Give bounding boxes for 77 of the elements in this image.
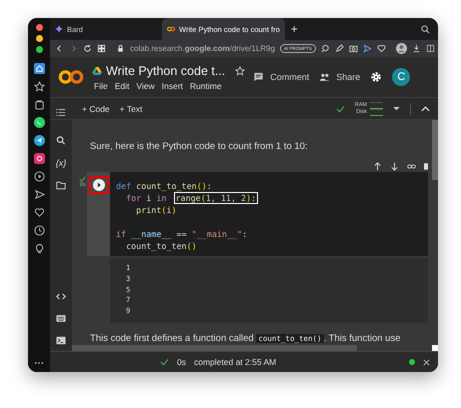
move-up-icon[interactable] bbox=[373, 162, 382, 170]
move-down-icon[interactable] bbox=[390, 162, 399, 170]
address-field[interactable]: colab.research.google.com/drive/1LR9g bbox=[130, 44, 275, 53]
code-text: for i in bbox=[125, 192, 168, 204]
collapse-icon[interactable] bbox=[421, 106, 430, 112]
run-cell-button[interactable] bbox=[88, 176, 109, 194]
folder-icon[interactable] bbox=[56, 181, 66, 190]
sparkle-icon bbox=[55, 25, 63, 33]
edit-icon[interactable] bbox=[334, 44, 344, 53]
drive-icon[interactable] bbox=[92, 66, 102, 74]
camera-icon[interactable] bbox=[348, 44, 358, 53]
people-icon bbox=[319, 72, 330, 82]
menu-item[interactable]: File bbox=[94, 80, 108, 90]
grid-icon[interactable] bbox=[97, 44, 106, 53]
play-icon[interactable] bbox=[34, 171, 44, 182]
settings-icon[interactable] bbox=[370, 71, 382, 83]
sidebar-icon[interactable] bbox=[426, 44, 435, 53]
code-text: range(1, 11, 2): bbox=[174, 192, 258, 204]
lock-icon bbox=[116, 44, 125, 53]
paper-plane-icon[interactable] bbox=[34, 135, 44, 146]
lightbulb-icon[interactable] bbox=[34, 243, 44, 254]
keyboard-icon[interactable] bbox=[56, 314, 66, 323]
send-icon[interactable] bbox=[34, 189, 44, 200]
chat-bubble-icon[interactable] bbox=[34, 117, 44, 128]
intro-text: Sure, here is the Python code to count from 1 to 10: bbox=[89, 140, 309, 152]
code-text: print(i) bbox=[135, 204, 178, 216]
zoom-icon[interactable] bbox=[320, 44, 330, 53]
code-text: count_to_ten() bbox=[125, 240, 198, 252]
star-icon[interactable] bbox=[235, 66, 246, 76]
reload-icon[interactable] bbox=[83, 44, 92, 53]
status-duration: 0s bbox=[177, 357, 186, 367]
search-icon[interactable] bbox=[421, 24, 430, 34]
new-tab-button[interactable]: + bbox=[284, 18, 304, 40]
add-code-button[interactable]: + Code bbox=[82, 104, 110, 114]
ram-meter bbox=[370, 102, 383, 108]
clock-icon[interactable] bbox=[34, 225, 44, 236]
colab-logo-icon bbox=[167, 25, 175, 33]
heart-icon[interactable] bbox=[376, 44, 386, 53]
send-icon[interactable] bbox=[362, 44, 372, 53]
download-icon[interactable] bbox=[412, 44, 421, 53]
caret-icon[interactable] bbox=[393, 106, 400, 110]
star-icon[interactable] bbox=[34, 81, 44, 92]
more-icon[interactable] bbox=[34, 361, 44, 365]
scrollbar-corner bbox=[432, 345, 438, 351]
add-text-button[interactable]: + Text bbox=[120, 104, 142, 114]
zoom-window-button[interactable] bbox=[36, 46, 42, 53]
code-icon[interactable] bbox=[56, 292, 66, 301]
notebook-title[interactable]: Write Python code t... bbox=[106, 64, 226, 78]
menu-item[interactable]: Insert bbox=[162, 80, 183, 90]
close-icon[interactable] bbox=[423, 358, 430, 366]
link-icon[interactable] bbox=[407, 162, 416, 170]
menu-icon[interactable] bbox=[56, 108, 66, 117]
scrollbar-thumb[interactable] bbox=[72, 345, 357, 351]
colab-logo-icon[interactable] bbox=[58, 69, 84, 85]
check-icon bbox=[336, 104, 345, 112]
bag-icon[interactable] bbox=[34, 99, 44, 110]
scrollbar-thumb[interactable] bbox=[432, 120, 438, 180]
menu-item[interactable]: View bbox=[136, 80, 155, 90]
heart-icon[interactable] bbox=[34, 207, 44, 218]
status-message: completed at 2:55 AM bbox=[194, 357, 276, 367]
home-icon[interactable] bbox=[34, 63, 44, 74]
menu-item[interactable]: Runtime bbox=[190, 80, 222, 90]
disk-meter bbox=[370, 108, 383, 116]
camera-icon[interactable] bbox=[34, 153, 44, 164]
user-avatar[interactable]: C bbox=[392, 68, 410, 86]
comment-button[interactable]: Comment bbox=[251, 72, 312, 82]
variables-icon[interactable]: {x} bbox=[56, 158, 66, 168]
code-editor[interactable]: def count_to_ten(): for i in range(1, 11, 2): print(i) if __name__ == "__main__": count_to_ten() bbox=[110, 172, 428, 256]
terminal-icon[interactable] bbox=[56, 336, 66, 345]
code-text: if __name__ == "__main__": bbox=[115, 228, 248, 240]
minimize-window-button[interactable] bbox=[36, 35, 42, 42]
profile-icon[interactable] bbox=[396, 43, 407, 54]
menu-item[interactable]: Edit bbox=[114, 80, 130, 90]
share-button[interactable]: Share bbox=[317, 72, 362, 82]
close-window-button[interactable] bbox=[36, 24, 42, 31]
search-icon[interactable] bbox=[56, 136, 66, 145]
code-text: def count_to_ten(): bbox=[115, 180, 213, 192]
